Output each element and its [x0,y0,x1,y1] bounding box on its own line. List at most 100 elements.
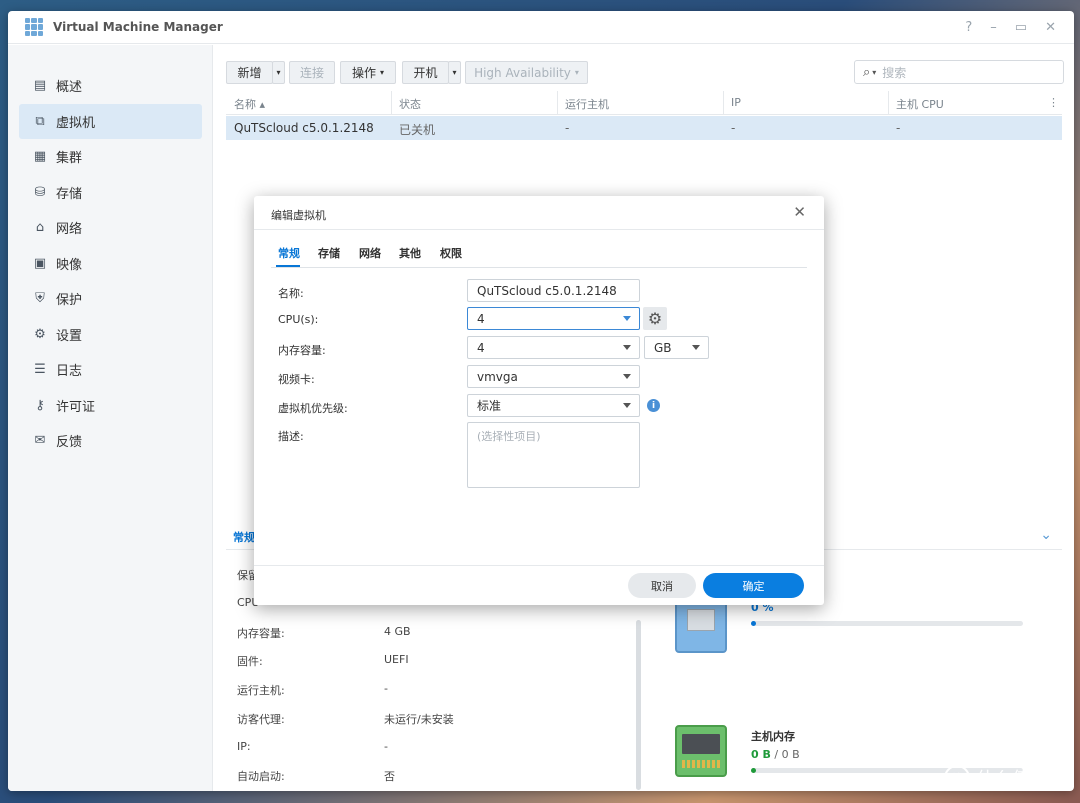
description-field[interactable]: (选择性项目) [467,422,640,488]
prop-value: 否 [384,770,395,783]
column-header-name[interactable]: 名称 ▴ [234,96,265,112]
search-input[interactable]: ⌕ ▾ 搜索 [854,60,1064,84]
help-icon[interactable]: ? [965,20,972,35]
chevron-down-icon: ▾ [276,68,281,77]
chevron-down-icon [623,316,631,321]
memory-unit-select[interactable]: GB [644,336,709,359]
minimize-icon[interactable]: – [990,20,997,35]
memory-usage: 0 B / 0 B [751,748,800,761]
memory-select[interactable]: 4 [467,336,640,359]
cancel-label: 取消 [651,579,673,593]
tab-general[interactable]: 常规 [278,245,300,261]
close-icon[interactable]: ✕ [1045,20,1056,35]
sidebar-item-cluster[interactable]: ▦ 集群 [19,139,202,174]
memory-select-value: 4 [477,340,485,355]
gear-icon: ⚙ [647,309,663,328]
connect-button[interactable]: 连接 [289,61,335,84]
sidebar-item-vm[interactable]: ⧉ 虚拟机 [19,104,202,139]
gear-icon: ⚙ [34,327,46,342]
chevron-down-icon [623,403,631,408]
column-header-status[interactable]: 状态 [399,96,421,112]
chevron-down-icon [692,345,700,350]
sidebar-item-feedback[interactable]: ✉ 反馈 [19,423,202,458]
ok-button[interactable]: 确定 [703,573,804,598]
column-header-cpu[interactable]: 主机 CPU [896,96,944,112]
column-header-ip[interactable]: IP [731,96,741,109]
table-row[interactable]: QuTScloud c5.0.1.2148 已关机 - - - [226,116,1062,140]
name-field-value: QuTScloud c5.0.1.2148 [477,283,617,298]
sidebar-item-label: 网络 [56,222,83,237]
search-icon: ⌕ [863,64,871,80]
sidebar-item-label: 映像 [56,258,83,273]
prop-label: 访客代理: [237,713,285,726]
cpu-usage-fill [751,621,757,626]
high-availability-label: High Availability [474,65,571,80]
memory-unit-value: GB [654,340,672,355]
priority-select[interactable]: 标准 [467,394,640,417]
sidebar-item-log[interactable]: ☰ 日志 [19,352,202,387]
tab-general[interactable]: 常规 [233,529,255,545]
sidebar-item-overview[interactable]: ▤ 概述 [19,68,202,103]
connect-label: 连接 [299,66,324,80]
add-button[interactable]: 新增 [226,61,273,84]
name-field[interactable]: QuTScloud c5.0.1.2148 [467,279,640,302]
sidebar-item-network[interactable]: ⌂ 网络 [19,210,202,245]
close-icon[interactable]: ✕ [793,203,806,221]
memory-title: 主机内存 [751,730,795,743]
tab-other[interactable]: 其他 [399,245,421,261]
prop-label: 运行主机: [237,684,285,697]
window-title: Virtual Machine Manager [53,20,223,34]
tab-storage[interactable]: 存储 [318,245,340,261]
tab-permissions[interactable]: 权限 [440,245,462,261]
high-availability-button[interactable]: High Availability ▾ [465,61,588,84]
priority-value: 标准 [477,399,502,413]
watermark-text: 什么值得买 [976,769,1066,790]
chevron-down-icon: ▾ [380,68,385,77]
cpu-select[interactable]: 4 [467,307,640,330]
vm-icon: ⧉ [35,114,45,129]
sidebar-item-label: 存储 [56,187,83,202]
prop-value: 未运行/未安装 [384,713,454,726]
sidebar-item-storage[interactable]: ⛁ 存储 [19,175,202,210]
add-label: 新增 [237,66,262,80]
memory-usage-fill [751,768,757,773]
name-label: 名称: [278,287,304,300]
prop-value: UEFI [384,653,409,666]
cpu-label: CPU(s): [278,313,319,326]
mail-icon: ✉ [34,433,46,448]
sidebar-item-protection[interactable]: ⛨ 保护 [19,281,202,316]
video-card-label: 视频卡: [278,373,315,386]
chevron-down-icon: ▾ [574,68,579,77]
power-on-button[interactable]: 开机 [402,61,449,84]
memory-module-icon [675,725,727,777]
action-button[interactable]: 操作 ▾ [340,61,396,84]
sidebar-item-settings[interactable]: ⚙ 设置 [19,317,202,352]
column-header-host[interactable]: 运行主机 [565,96,609,112]
chevron-down-icon [623,345,631,350]
sidebar-item-license[interactable]: ⚷ 许可证 [19,388,202,423]
key-icon: ⚷ [35,398,45,413]
video-card-select[interactable]: vmvga [467,365,640,388]
sidebar-item-image[interactable]: ▣ 映像 [19,246,202,281]
add-dropdown-button[interactable]: ▾ [272,61,285,84]
image-icon: ▣ [33,256,47,271]
tab-network[interactable]: 网络 [359,245,381,261]
sidebar-item-label: 虚拟机 [56,116,96,131]
video-card-value: vmvga [477,369,518,384]
sidebar-item-label: 许可证 [56,400,96,415]
vmm-app-icon [25,18,43,36]
sidebar-item-label: 概述 [56,80,83,95]
vm-status-cell: 已关机 [399,123,436,137]
cancel-button[interactable]: 取消 [628,573,696,598]
title-bar: Virtual Machine Manager ? – ▭ ✕ [8,11,1074,44]
overview-icon: ▤ [33,78,47,93]
info-icon[interactable]: i [647,399,660,412]
power-on-dropdown-button[interactable]: ▾ [448,61,461,84]
cpu-select-value: 4 [477,311,485,326]
maximize-icon[interactable]: ▭ [1015,20,1027,35]
scrollbar[interactable] [636,620,641,790]
search-placeholder: 搜索 [882,65,907,80]
collapse-icon[interactable]: ⌄ [1040,527,1052,543]
column-menu-icon[interactable]: ⋮ [1048,96,1059,109]
cpu-settings-button[interactable]: ⚙ [643,307,667,330]
